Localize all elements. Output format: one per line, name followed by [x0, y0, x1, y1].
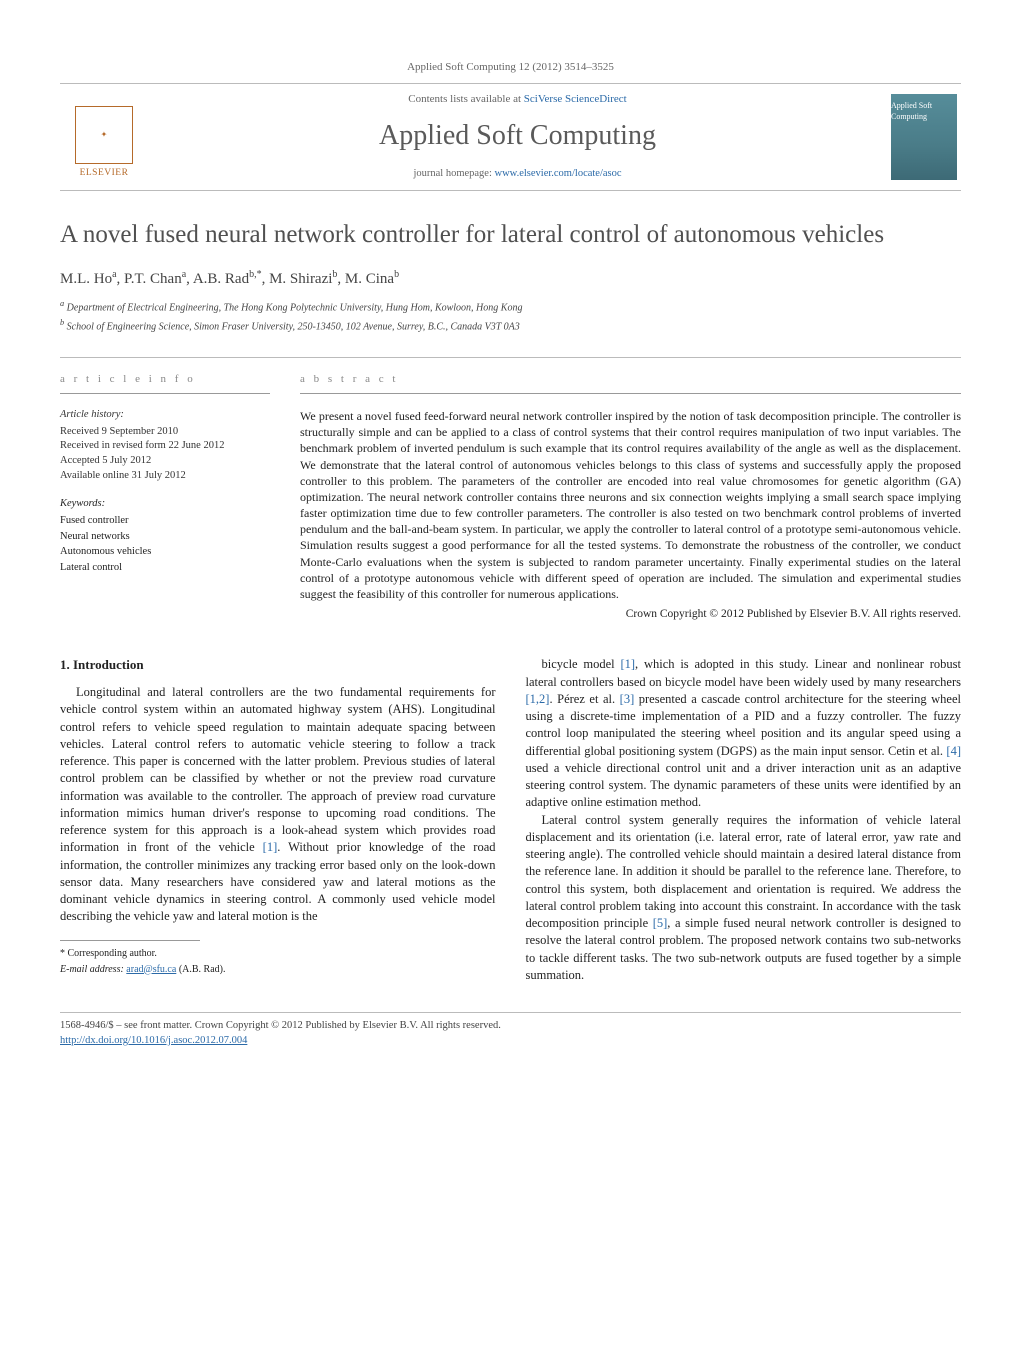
- affiliation-a: a Department of Electrical Engineering, …: [60, 298, 961, 315]
- footnotes: * Corresponding author. E-mail address: …: [60, 947, 496, 977]
- elsevier-tree-icon: ✦: [75, 106, 133, 164]
- keyword-item: Autonomous vehicles: [60, 545, 270, 560]
- citation-ref[interactable]: [4]: [946, 744, 961, 758]
- history-accepted: Accepted 5 July 2012: [60, 454, 270, 469]
- footnote-separator: [60, 940, 200, 941]
- history-label: Article history:: [60, 408, 270, 423]
- citation-ref[interactable]: [3]: [620, 692, 635, 706]
- keyword-item: Neural networks: [60, 530, 270, 545]
- journal-title: Applied Soft Computing: [144, 116, 891, 155]
- email-suffix: (A.B. Rad).: [176, 964, 225, 975]
- contents-prefix: Contents lists available at: [408, 93, 523, 105]
- paragraph: bicycle model [1], which is adopted in t…: [526, 656, 962, 811]
- sciencedirect-link[interactable]: SciVerse ScienceDirect: [524, 93, 627, 105]
- corresponding-email-link[interactable]: arad@sfu.ca: [126, 964, 176, 975]
- section-1-title: 1. Introduction: [60, 656, 496, 674]
- keywords-list: Fused controller Neural networks Autonom…: [60, 514, 270, 576]
- contents-available-line: Contents lists available at SciVerse Sci…: [144, 92, 891, 107]
- homepage-prefix: journal homepage:: [413, 168, 494, 179]
- journal-header-center: Contents lists available at SciVerse Sci…: [144, 92, 891, 181]
- page-root: Applied Soft Computing 12 (2012) 3514–35…: [0, 0, 1021, 1088]
- paragraph: Lateral control system generally require…: [526, 812, 962, 985]
- article-info-column: a r t i c l e i n f o Article history: R…: [60, 372, 270, 623]
- citation-ref[interactable]: [1,2]: [526, 692, 550, 706]
- article-info-heading: a r t i c l e i n f o: [60, 372, 270, 398]
- keyword-item: Fused controller: [60, 514, 270, 529]
- abstract-heading: a b s t r a c t: [300, 372, 961, 398]
- keyword-item: Lateral control: [60, 561, 270, 576]
- article-body: 1. Introduction Longitudinal and lateral…: [60, 656, 961, 984]
- keywords-label: Keywords:: [60, 497, 270, 512]
- history-revised: Received in revised form 22 June 2012: [60, 439, 270, 454]
- citation-ref[interactable]: [5]: [653, 916, 668, 930]
- cover-text: Applied Soft Computing: [891, 100, 957, 122]
- journal-homepage-link[interactable]: www.elsevier.com/locate/asoc: [495, 168, 622, 179]
- article-title: A novel fused neural network controller …: [60, 219, 961, 250]
- affiliations: a Department of Electrical Engineering, …: [60, 298, 961, 335]
- history-online: Available online 31 July 2012: [60, 469, 270, 484]
- footnote-corresponding: * Corresponding author.: [60, 947, 496, 961]
- article-history-block: Article history: Received 9 September 20…: [60, 408, 270, 483]
- abstract-copyright: Crown Copyright © 2012 Published by Else…: [300, 606, 961, 622]
- front-matter-line: 1568-4946/$ – see front matter. Crown Co…: [60, 1019, 961, 1034]
- email-label: E-mail address:: [60, 964, 126, 975]
- footnote-email: E-mail address: arad@sfu.ca (A.B. Rad).: [60, 963, 496, 977]
- affiliation-b: b School of Engineering Science, Simon F…: [60, 317, 961, 334]
- info-abstract-row: a r t i c l e i n f o Article history: R…: [60, 357, 961, 623]
- publisher-logo: ✦ ELSEVIER: [64, 94, 144, 180]
- abstract-column: a b s t r a c t We present a novel fused…: [300, 372, 961, 623]
- citation-ref[interactable]: [1]: [620, 657, 635, 671]
- paragraph: Longitudinal and lateral controllers are…: [60, 684, 496, 926]
- journal-homepage-line: journal homepage: www.elsevier.com/locat…: [144, 167, 891, 182]
- journal-header-bar: ✦ ELSEVIER Contents lists available at S…: [60, 83, 961, 190]
- citation-ref[interactable]: [1]: [263, 840, 278, 854]
- history-received: Received 9 September 2010: [60, 425, 270, 440]
- page-footer: 1568-4946/$ – see front matter. Crown Co…: [60, 1012, 961, 1048]
- publisher-name: ELSEVIER: [80, 167, 129, 180]
- journal-cover-thumbnail: Applied Soft Computing: [891, 94, 957, 180]
- authors-line: M.L. Hoa, P.T. Chana, A.B. Radb,*, M. Sh…: [60, 268, 961, 290]
- abstract-text: We present a novel fused feed-forward ne…: [300, 408, 961, 602]
- doi-link[interactable]: http://dx.doi.org/10.1016/j.asoc.2012.07…: [60, 1035, 247, 1046]
- running-head: Applied Soft Computing 12 (2012) 3514–35…: [60, 60, 961, 75]
